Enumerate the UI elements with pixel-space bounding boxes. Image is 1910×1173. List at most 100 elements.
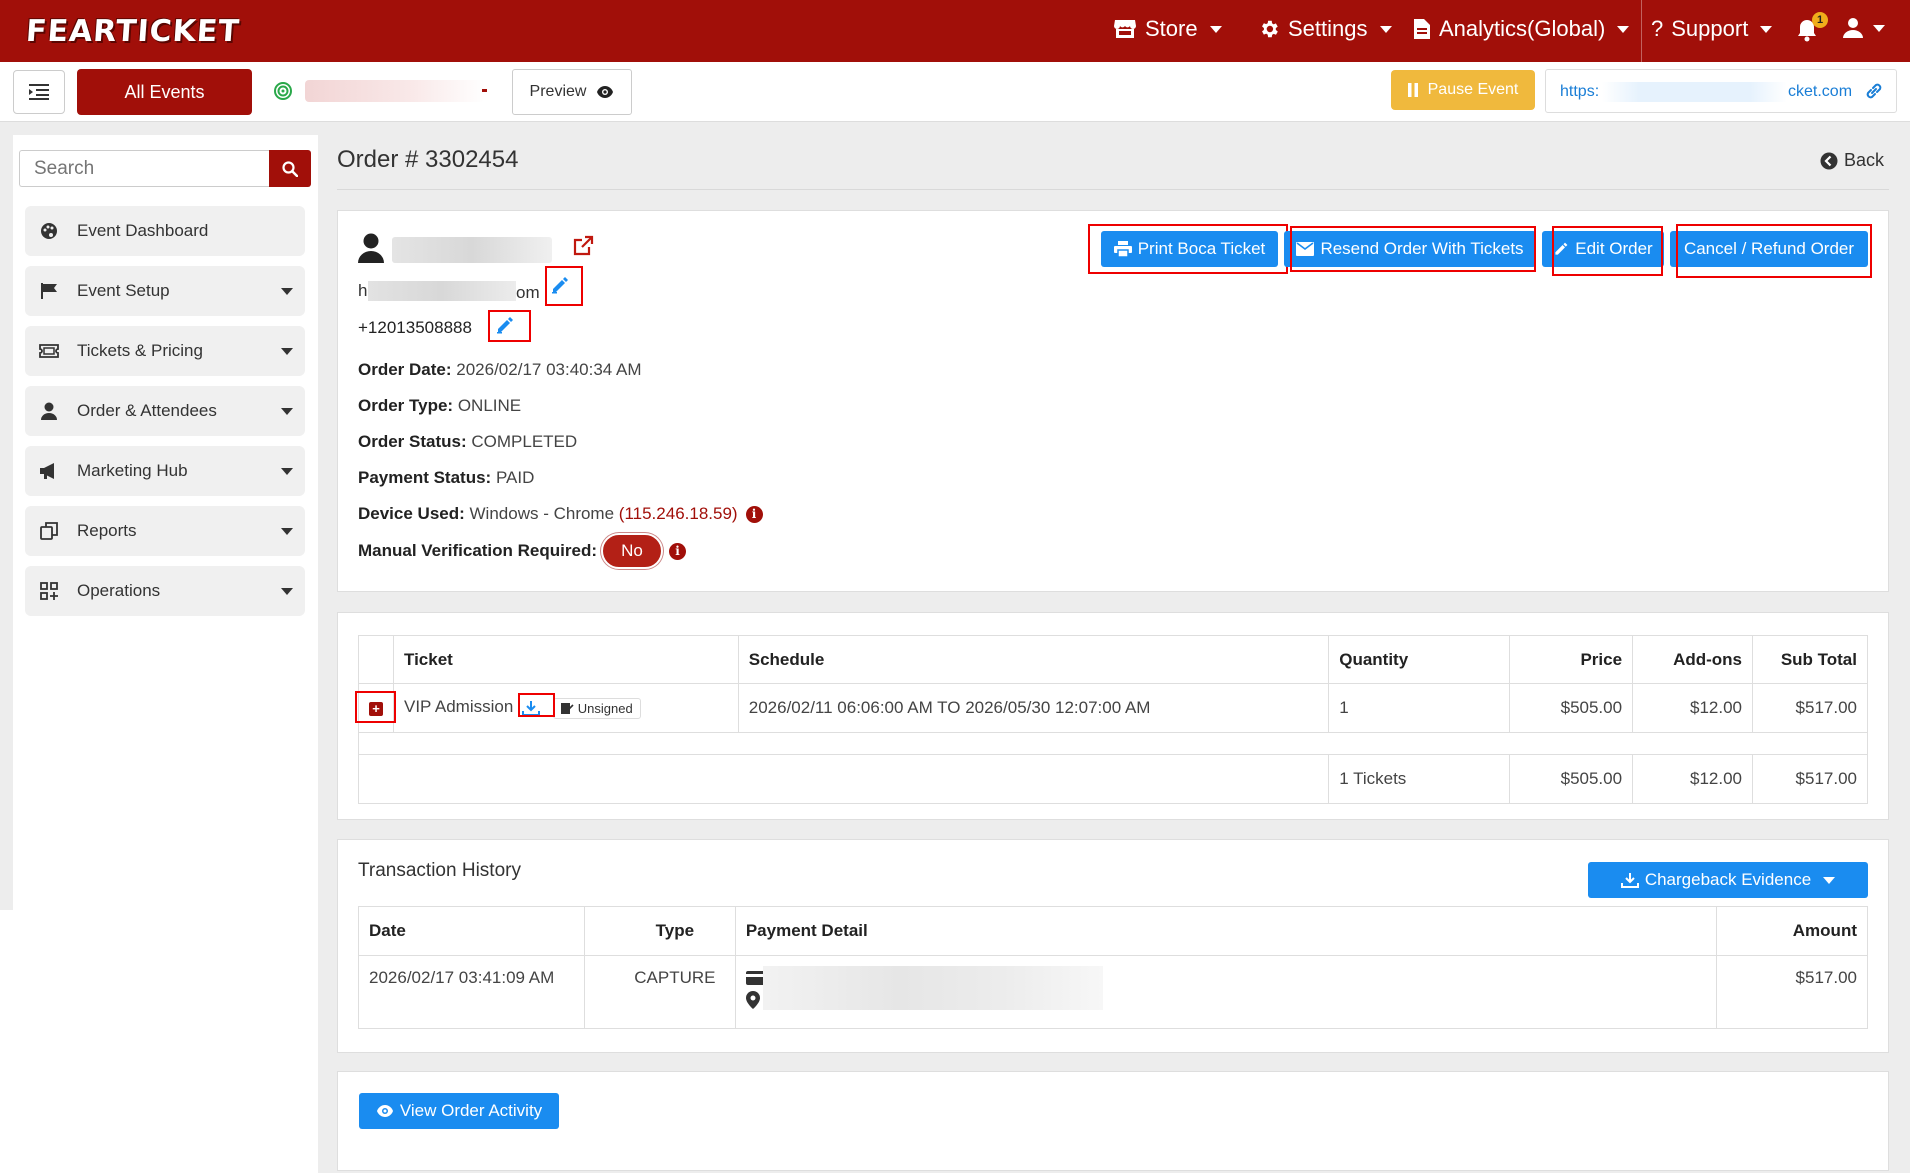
- total-price: $505.00: [1509, 754, 1634, 804]
- customer-phone: +12013508888: [358, 318, 472, 337]
- chargeback-evidence-button[interactable]: Chargeback Evidence: [1588, 862, 1868, 898]
- preview-button[interactable]: Preview: [512, 69, 632, 115]
- order-status: Order Status: COMPLETED: [358, 432, 577, 452]
- sidebar-item-reports[interactable]: Reports: [25, 506, 305, 556]
- unsigned-label: Unsigned: [577, 700, 633, 716]
- chevron-down-icon: [1760, 25, 1773, 33]
- user-menu[interactable]: [1843, 17, 1885, 39]
- table-header-row: Date Type Payment Detail Amount: [358, 906, 1868, 956]
- chevron-down-icon: [1617, 25, 1630, 33]
- highlight-expand: [355, 691, 396, 723]
- field-value: 2026/02/17 03:40:34 AM: [456, 360, 642, 379]
- chevron-down-icon: [281, 468, 293, 475]
- back-label: Back: [1844, 150, 1885, 170]
- addons-cell: $12.00: [1632, 683, 1753, 733]
- sidebar-item-label: Marketing Hub: [77, 461, 188, 480]
- info-icon[interactable]: i: [745, 506, 763, 524]
- customer-email-redacted: [368, 281, 516, 301]
- order-activity-card: View Order Activity: [337, 1071, 1889, 1171]
- nav-settings[interactable]: Settings: [1258, 16, 1392, 42]
- gear-icon: [1262, 20, 1278, 38]
- payment-detail-redacted: [763, 966, 1103, 1010]
- highlight-print: [1088, 224, 1288, 274]
- megaphone-icon: [39, 462, 59, 480]
- all-events-button[interactable]: All Events: [77, 69, 252, 115]
- menu-collapse-icon: [29, 84, 49, 100]
- schedule-cell: 2026/02/11 06:06:00 AM TO 2026/05/30 12:…: [737, 683, 1330, 733]
- chevron-down-icon: [1873, 24, 1885, 32]
- nav-store[interactable]: Store: [1113, 16, 1222, 42]
- sidebar-toggle-button[interactable]: [13, 70, 65, 114]
- nav-divider: [1641, 0, 1642, 62]
- chevron-down-icon: [281, 408, 293, 415]
- totals-row: 1 Tickets $505.00 $12.00 $517.00: [357, 754, 1868, 804]
- customer-name-redacted: [392, 237, 552, 263]
- section-title: Transaction History: [358, 860, 521, 881]
- back-link[interactable]: Back: [1820, 150, 1884, 171]
- sidebar-search-input[interactable]: [19, 150, 269, 187]
- field-label: Manual Verification Required:: [358, 541, 597, 560]
- chevron-down-icon: [1823, 876, 1836, 884]
- device-used: Device Used: Windows - Chrome (115.246.1…: [358, 504, 763, 524]
- field-value: ONLINE: [457, 396, 522, 415]
- eye-icon: [597, 86, 614, 98]
- sidebar-item-operations[interactable]: Operations: [25, 566, 305, 616]
- view-order-activity-button[interactable]: View Order Activity: [359, 1093, 559, 1129]
- sidebar-item-event-dashboard[interactable]: Event Dashboard: [25, 206, 305, 256]
- highlight-cancel: [1676, 224, 1872, 278]
- sidebar-search-button[interactable]: [269, 150, 311, 187]
- spacer-row: [358, 732, 1868, 755]
- payment-status: Payment Status: PAID: [358, 468, 534, 488]
- table-row: + VIP Admission Unsigned 2026/02/11 06:0…: [358, 683, 1868, 733]
- fearticket-logo[interactable]: FEARTICKET: [25, 14, 241, 49]
- nav-analytics[interactable]: Analytics(Global): [1413, 16, 1630, 42]
- tickets-card: Ticket Schedule Quantity Price Add-ons S…: [337, 612, 1889, 820]
- nav-support[interactable]: ? Support: [1651, 16, 1773, 42]
- question-icon: ?: [1651, 16, 1664, 41]
- field-label: Order Status:: [358, 432, 467, 451]
- info-icon[interactable]: i: [669, 543, 686, 560]
- eye-icon: [376, 1105, 393, 1117]
- nav-store-label: Store: [1145, 16, 1198, 41]
- field-label: Order Type:: [358, 396, 454, 415]
- sidebar-item-event-setup[interactable]: Event Setup: [25, 266, 305, 316]
- sidebar-item-marketing-hub[interactable]: Marketing Hub: [25, 446, 305, 496]
- signature-icon: [560, 702, 574, 714]
- page-title: Order # 3302454: [337, 146, 519, 173]
- highlight-edit: [1552, 226, 1663, 276]
- event-url-start: https:: [1560, 83, 1600, 100]
- tickets-table: Ticket Schedule Quantity Price Add-ons S…: [357, 635, 1868, 804]
- field-value: Windows - Chrome: [469, 504, 615, 523]
- store-icon: [1114, 20, 1136, 38]
- amount-cell: $517.00: [1716, 955, 1868, 1029]
- sidebar-item-tickets-pricing[interactable]: Tickets & Pricing: [25, 326, 305, 376]
- manual-verification-toggle[interactable]: No: [601, 533, 663, 569]
- price-cell: $505.00: [1509, 683, 1634, 733]
- event-url-end: cket.com: [1788, 83, 1853, 100]
- column-header: Schedule: [737, 635, 1330, 684]
- user-icon: [358, 233, 384, 263]
- event-selector-redacted[interactable]: [305, 80, 485, 102]
- pause-event-button[interactable]: Pause Event: [1391, 70, 1535, 110]
- column-header: Quantity: [1328, 635, 1511, 684]
- pencil-icon[interactable]: [550, 275, 570, 295]
- unsigned-badge[interactable]: Unsigned: [552, 697, 641, 719]
- date-cell: 2026/02/17 03:41:09 AM: [358, 955, 585, 1029]
- grid-icon: [39, 582, 59, 600]
- notification-badge: 1: [1812, 12, 1828, 28]
- chevron-down-icon: [281, 528, 293, 535]
- sidebar-item-label: Order & Attendees: [77, 401, 217, 420]
- event-url-field[interactable]: https: cket.com: [1545, 69, 1897, 113]
- link-icon[interactable]: [1864, 81, 1884, 101]
- field-label: Payment Status:: [358, 468, 492, 487]
- pause-icon: [1407, 83, 1418, 97]
- highlight-resend: [1290, 226, 1536, 272]
- event-url-redacted: [1602, 82, 1787, 102]
- pencil-icon[interactable]: [495, 315, 515, 335]
- palette-icon: [39, 222, 59, 240]
- external-link-icon[interactable]: [572, 235, 594, 257]
- sidebar: Event Dashboard Event Setup Tickets & Pr…: [13, 135, 318, 1173]
- field-label: Device Used:: [358, 504, 465, 523]
- sidebar-item-order-attendees[interactable]: Order & Attendees: [25, 386, 305, 436]
- manual-verification: Manual Verification Required:: [358, 541, 597, 561]
